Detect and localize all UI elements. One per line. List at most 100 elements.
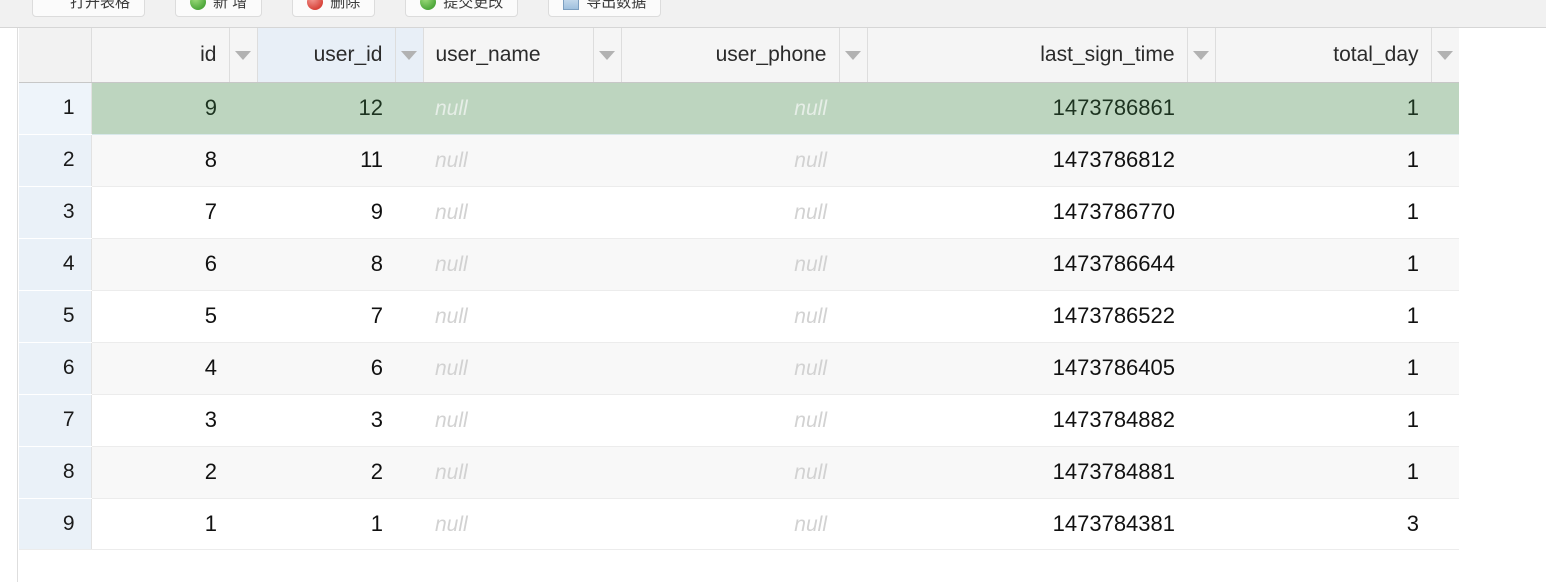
cell-total_day[interactable]: 1 [1215,82,1431,135]
blank-icon [47,0,63,10]
column-header-user_id[interactable]: user_id [257,28,395,83]
column-filter-user_id[interactable] [394,28,424,83]
cell-user_name[interactable]: null [423,82,593,135]
row-number-cell[interactable]: 5 [19,290,92,343]
table-row[interactable]: 2 8 11 null null 1473786812 1 [19,134,1459,187]
cell-user_id[interactable]: 11 [257,134,395,187]
cell-user_id[interactable]: 7 [257,290,395,343]
column-header-id[interactable]: id [91,28,229,83]
cell-last_sign_time[interactable]: 1473784882 [867,394,1187,447]
row-number-cell[interactable]: 8 [19,446,92,499]
cell-user_phone[interactable]: null [621,446,839,499]
column-filter-user_name[interactable] [592,28,622,83]
column-header-user_name[interactable]: user_name [423,28,593,83]
null-value: null [794,201,827,224]
cell-id[interactable]: 1 [91,498,229,551]
cell-id[interactable]: 5 [91,290,229,343]
table-row[interactable]: 8 2 2 null null 1473784881 1 [19,446,1459,499]
table-row[interactable]: 9 1 1 null null 1473784381 3 [19,498,1459,551]
cell-id[interactable]: 9 [91,82,229,135]
cell-total_day[interactable]: 1 [1215,238,1431,291]
column-filter-last_sign_time[interactable] [1186,28,1216,83]
column-header-user_phone[interactable]: user_phone [621,28,839,83]
table-row[interactable]: 3 7 9 null null 1473786770 1 [19,186,1459,239]
toolbar-button-0[interactable]: 打开表格 [32,0,146,17]
cell-last_sign_time[interactable]: 1473786861 [867,82,1187,135]
column-header-total_day[interactable]: total_day [1215,28,1431,83]
cell-spacer [229,186,257,239]
cell-spacer [1187,498,1215,551]
cell-total_day[interactable]: 3 [1215,498,1431,551]
cell-user_id[interactable]: 6 [257,342,395,395]
row-number-cell[interactable]: 7 [19,394,92,447]
cell-user_id[interactable]: 2 [257,446,395,499]
cell-user_phone[interactable]: null [621,498,839,551]
cell-user_name[interactable]: null [423,290,593,343]
table-row[interactable]: 4 6 8 null null 1473786644 1 [19,238,1459,291]
cell-total_day[interactable]: 1 [1215,446,1431,499]
cell-user_name[interactable]: null [423,342,593,395]
row-number-cell[interactable]: 1 [19,82,92,135]
cell-last_sign_time[interactable]: 1473786770 [867,186,1187,239]
cell-user_id[interactable]: 12 [257,82,395,135]
cell-total_day[interactable]: 1 [1215,394,1431,447]
cell-user_phone[interactable]: null [621,186,839,239]
cell-spacer [395,82,423,135]
cell-last_sign_time[interactable]: 1473784881 [867,446,1187,499]
row-number-cell[interactable]: 3 [19,186,92,239]
cell-user_id[interactable]: 8 [257,238,395,291]
cell-user_id[interactable]: 3 [257,394,395,447]
cell-user_phone[interactable]: null [621,342,839,395]
table-row[interactable]: 6 4 6 null null 1473786405 1 [19,342,1459,395]
column-filter-total_day[interactable] [1430,28,1460,83]
cell-user_name[interactable]: null [423,498,593,551]
cell-user_id[interactable]: 1 [257,498,395,551]
cell-user_phone[interactable]: null [621,290,839,343]
cell-id[interactable]: 8 [91,134,229,187]
toolbar-button-3[interactable]: 提交更改 [405,0,519,17]
filter-funnel-icon [401,50,417,60]
column-filter-id[interactable] [228,28,258,83]
cell-last_sign_time[interactable]: 1473784381 [867,498,1187,551]
cell-id[interactable]: 3 [91,394,229,447]
cell-user_phone[interactable]: null [621,82,839,135]
row-number-cell[interactable]: 6 [19,342,92,395]
cell-id[interactable]: 7 [91,186,229,239]
table-row[interactable]: 1 9 12 null null 1473786861 1 [19,82,1459,135]
cell-last_sign_time[interactable]: 1473786644 [867,238,1187,291]
cell-user_phone[interactable]: null [621,238,839,291]
cell-spacer [839,186,867,239]
table-row[interactable]: 7 3 3 null null 1473784882 1 [19,394,1459,447]
cell-user_name[interactable]: null [423,134,593,187]
cell-user_name[interactable]: null [423,238,593,291]
cell-spacer [1187,134,1215,187]
cell-user_phone[interactable]: null [621,394,839,447]
cell-user_id[interactable]: 9 [257,186,395,239]
table-row[interactable]: 5 5 7 null null 1473786522 1 [19,290,1459,343]
cell-total_day[interactable]: 1 [1215,342,1431,395]
column-header-last_sign_time[interactable]: last_sign_time [867,28,1187,83]
cell-last_sign_time[interactable]: 1473786812 [867,134,1187,187]
cell-total_day[interactable]: 1 [1215,134,1431,187]
toolbar-button-label: 提交更改 [443,0,504,11]
column-filter-user_phone[interactable] [838,28,868,83]
cell-id[interactable]: 2 [91,446,229,499]
null-value: null [794,97,827,120]
row-number-cell[interactable]: 2 [19,134,92,187]
row-number-cell[interactable]: 4 [19,238,92,291]
cell-user_name[interactable]: null [423,394,593,447]
toolbar-button-4[interactable]: 导出数据 [548,0,662,17]
toolbar-button-1[interactable]: 新 增 [175,0,263,17]
cell-total_day[interactable]: 1 [1215,290,1431,343]
cell-id[interactable]: 6 [91,238,229,291]
cell-id[interactable]: 4 [91,342,229,395]
cell-total_day[interactable]: 1 [1215,186,1431,239]
cell-user_name[interactable]: null [423,186,593,239]
toolbar-button-2[interactable]: 删除 [292,0,376,17]
cell-last_sign_time[interactable]: 1473786405 [867,342,1187,395]
row-number-cell[interactable]: 9 [19,498,92,551]
cell-spacer [1431,134,1459,187]
cell-user_phone[interactable]: null [621,134,839,187]
cell-last_sign_time[interactable]: 1473786522 [867,290,1187,343]
cell-user_name[interactable]: null [423,446,593,499]
